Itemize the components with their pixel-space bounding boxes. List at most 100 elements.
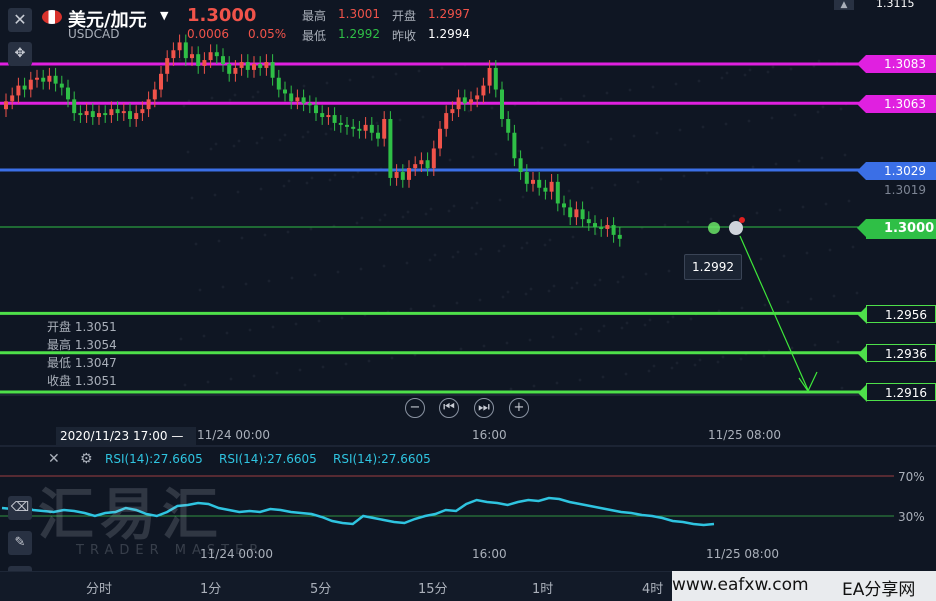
price-change: 0.0006 (187, 27, 229, 41)
candle-body (171, 50, 176, 59)
candle-body (345, 124, 349, 127)
zoom-out-button[interactable]: − (405, 398, 425, 418)
map-dot (282, 184, 286, 188)
candle-body (276, 77, 281, 90)
tab-timeframe-1m[interactable]: 1分 (200, 578, 221, 597)
candle-body (221, 56, 225, 64)
map-dot (497, 249, 501, 253)
map-dot (325, 81, 329, 85)
candle-body (208, 52, 213, 61)
watermark-logo: 汇易汇 (38, 483, 224, 548)
step-back-button[interactable]: ⏮ (439, 398, 459, 418)
candle-body (543, 187, 548, 192)
map-dot (232, 144, 236, 148)
map-dot (256, 90, 260, 94)
price-label-3: 1.3029 (857, 162, 936, 180)
map-dot (229, 377, 233, 381)
candle-body (264, 62, 269, 68)
map-dot (828, 248, 832, 252)
map-dot (517, 149, 521, 153)
map-dot (298, 368, 302, 372)
map-dot (789, 67, 793, 71)
candle-body (562, 203, 566, 208)
tab-timeframe-15m[interactable]: 15分 (418, 578, 448, 597)
map-dot (287, 179, 291, 183)
candle-body (363, 124, 368, 131)
candle-body (165, 58, 170, 74)
open-value: 1.2997 (428, 7, 470, 21)
map-dot (840, 386, 844, 390)
zoom-in-button[interactable]: + (509, 398, 529, 418)
map-dot (202, 334, 206, 338)
map-dot (524, 292, 528, 296)
map-dot (797, 159, 801, 163)
map-dot (178, 58, 182, 62)
pen-icon[interactable]: ✎ (8, 531, 32, 555)
map-dot (186, 150, 190, 154)
map-dot (490, 106, 494, 110)
rsi-time-label-1: 11/24 00:00 (200, 547, 273, 561)
map-dot (563, 143, 567, 147)
map-dot (351, 175, 355, 179)
rsi-legend-3: RSI(14):27.6605 (333, 452, 431, 466)
map-dot (479, 247, 483, 251)
chevron-down-icon[interactable]: ▼ (160, 9, 168, 22)
tab-timeframe-tick[interactable]: 分时 (86, 578, 112, 597)
step-forward-button[interactable]: ⏭ (474, 398, 494, 418)
map-dot (817, 59, 821, 63)
candle-body (270, 62, 275, 78)
candle-body (109, 109, 114, 116)
crosshair-tool-icon[interactable]: ✥ (8, 42, 32, 66)
map-dot (689, 317, 693, 321)
candle-body (568, 207, 573, 218)
map-dot (593, 283, 597, 287)
map-dot (724, 122, 728, 126)
map-dot (605, 91, 609, 95)
map-dot (360, 216, 364, 220)
map-dot (778, 208, 782, 212)
map-dot (732, 214, 736, 218)
symbol-header: ✕ 美元/加元 ▼ USDCAD 1.3000 0.0006 0.05% 最高 … (0, 0, 520, 44)
candle-body (407, 168, 411, 180)
candle-body (47, 75, 52, 82)
map-dot (766, 70, 770, 74)
tab-timeframe-4h[interactable]: 4时 (642, 578, 663, 597)
close-indicator-icon[interactable]: ✕ (48, 451, 60, 467)
map-dot (693, 363, 697, 367)
map-dot (793, 113, 797, 117)
map-dot (378, 218, 382, 222)
tab-timeframe-5m[interactable]: 5分 (310, 578, 331, 597)
candle-body (462, 97, 467, 104)
bell-icon[interactable]: ▲ (834, 0, 854, 10)
map-dot (721, 355, 725, 359)
map-dot (482, 344, 486, 348)
map-dot (529, 287, 533, 291)
map-dot (548, 238, 552, 242)
map-dot (667, 269, 671, 273)
settings-icon[interactable]: ⚙ (80, 451, 93, 467)
map-dot (206, 380, 210, 384)
high-label: 最高 (302, 9, 327, 23)
map-dot (367, 359, 371, 363)
candle-body (4, 101, 8, 110)
rsi-legend-1: RSI(14):27.6605 (105, 452, 203, 466)
map-dot (674, 82, 678, 86)
map-dot (417, 69, 421, 73)
map-dot (290, 276, 294, 280)
map-dot (194, 242, 198, 246)
map-dot (570, 286, 574, 290)
tab-timeframe-1h[interactable]: 1时 (532, 578, 553, 597)
map-dot (547, 289, 551, 293)
price-label-plain: 1.3019 (884, 183, 926, 197)
map-dot (590, 186, 594, 190)
alert-dot (739, 217, 745, 223)
candle-body (518, 158, 523, 173)
candle-body (295, 97, 300, 102)
map-dot (471, 155, 475, 159)
candle-body (128, 111, 132, 119)
candle-body (314, 105, 318, 114)
close-icon[interactable]: ✕ (8, 8, 32, 32)
price-label-7: 1.2916 (858, 383, 936, 402)
eraser-icon[interactable]: ⌫ (8, 496, 32, 520)
map-dot (294, 322, 298, 326)
